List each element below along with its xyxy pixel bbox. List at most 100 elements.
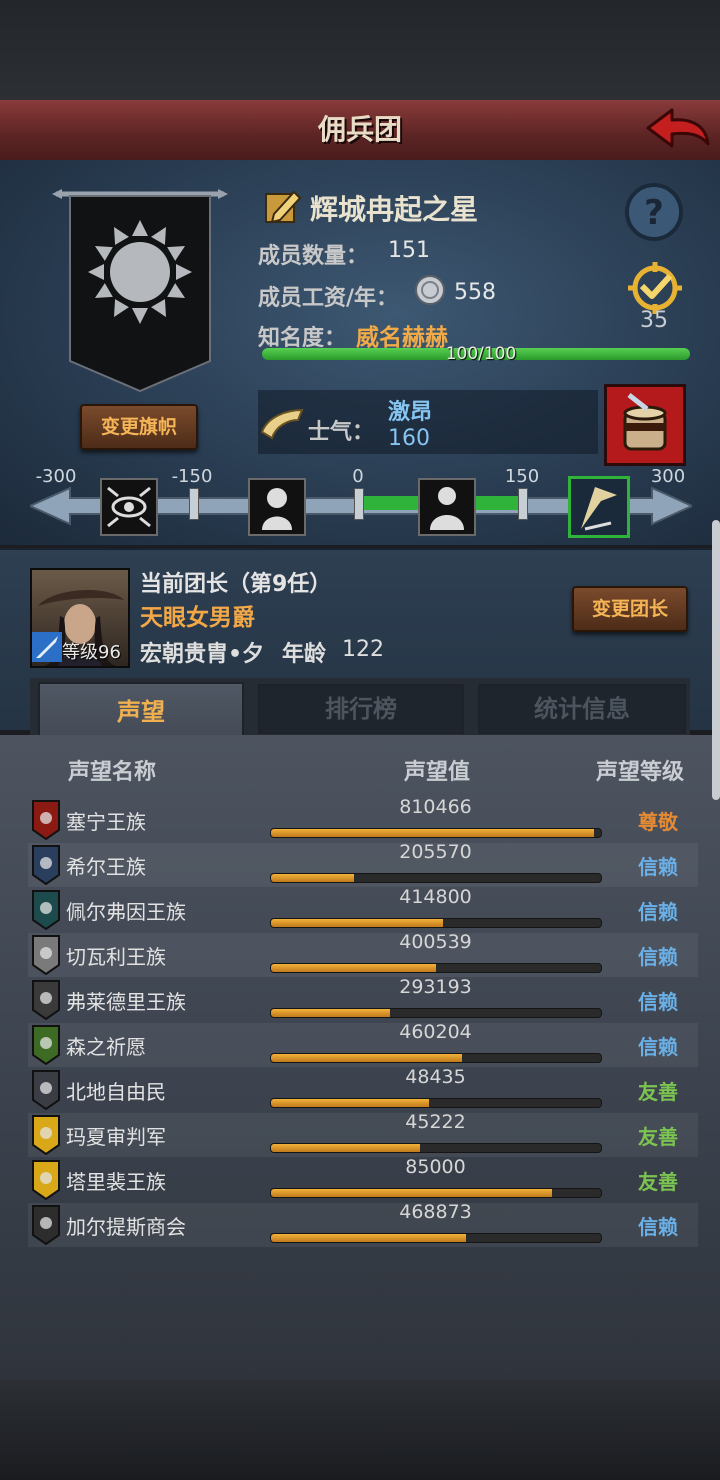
faction-crest-icon — [32, 1025, 60, 1065]
members-label: 成员数量： — [258, 244, 369, 269]
class-sword-icon — [32, 632, 62, 662]
table-row[interactable]: 北地自由民 48435 友善 — [28, 1066, 698, 1112]
status-bar-area — [0, 0, 720, 100]
help-icon[interactable]: ? — [624, 182, 684, 242]
morale-label: 士气： — [308, 420, 375, 445]
faction-value: 85000 — [405, 1156, 466, 1178]
faction-level: 信赖 — [638, 855, 678, 879]
reputation-bar — [270, 963, 602, 973]
leader-age-label: 年龄 — [282, 642, 327, 667]
table-row[interactable]: 塞宁王族 810466 尊敬 — [28, 796, 698, 842]
reputation-bar-fill — [271, 874, 354, 882]
faction-value: 810466 — [399, 796, 472, 818]
table-row[interactable]: 塔里裴王族 85000 友善 — [28, 1156, 698, 1202]
reputation-bar — [270, 1008, 602, 1018]
tab-statistics[interactable]: 统计信息 — [478, 684, 686, 734]
faction-value: 205570 — [399, 841, 472, 863]
edit-name-icon[interactable] — [264, 188, 302, 224]
table-row[interactable]: 森之祈愿 460204 信赖 — [28, 1021, 698, 1067]
leader-title: 当前团长（第9任） — [140, 572, 332, 597]
faction-crest-icon — [32, 1205, 60, 1245]
tick-label: 300 — [650, 466, 686, 487]
faction-name: 加尔提斯商会 — [66, 1215, 186, 1239]
leader-age-value: 122 — [342, 637, 384, 662]
faction-value: 48435 — [405, 1066, 466, 1088]
faction-value: 468873 — [399, 1201, 472, 1223]
reputation-bar — [270, 873, 602, 883]
faction-crest-icon — [32, 800, 60, 840]
faction-value: 45222 — [405, 1111, 466, 1133]
reputation-bar — [270, 1098, 602, 1108]
faction-value: 460204 — [399, 1021, 472, 1043]
faction-level: 信赖 — [638, 945, 678, 969]
faction-level: 友善 — [638, 1080, 678, 1104]
drum-icon — [623, 393, 667, 451]
column-header-value: 声望值 — [404, 760, 471, 785]
change-leader-button[interactable]: 变更团长 — [572, 586, 688, 632]
reputation-bar-fill — [271, 1054, 463, 1062]
wage-value: 558 — [454, 280, 496, 305]
reputation-bar-fill — [271, 964, 436, 972]
faction-crest-icon — [32, 845, 60, 885]
faction-crest-icon — [32, 1070, 60, 1110]
faction-value: 414800 — [399, 886, 472, 908]
badge-value: 35 — [640, 308, 668, 333]
faction-level: 信赖 — [638, 990, 678, 1014]
faction-level: 尊敬 — [638, 810, 678, 834]
horn-icon — [260, 408, 304, 440]
tab-ranking[interactable]: 排行榜 — [258, 684, 464, 734]
bottom-bar — [0, 1380, 720, 1480]
column-header-level: 声望等级 — [596, 760, 685, 785]
leader-name: 天眼女男爵 — [140, 605, 255, 631]
faction-name: 玛夏审判军 — [66, 1125, 166, 1149]
table-row[interactable]: 弗莱德里王族 293193 信赖 — [28, 976, 698, 1022]
back-arrow-icon[interactable] — [642, 104, 712, 156]
tick-marker — [189, 488, 199, 520]
faction-level: 信赖 — [638, 900, 678, 924]
achievement-badge-icon[interactable] — [622, 262, 688, 314]
faction-crest-icon — [32, 1115, 60, 1155]
faction-crest-icon — [32, 1160, 60, 1200]
tick-label: 150 — [504, 466, 540, 487]
reputation-bar-fill — [271, 1009, 390, 1017]
tick-marker — [518, 488, 528, 520]
faction-value: 400539 — [399, 931, 472, 953]
faction-name: 塔里裴王族 — [66, 1170, 166, 1194]
table-row[interactable]: 切瓦利王族 400539 信赖 — [28, 931, 698, 977]
table-row[interactable]: 加尔提斯商会 468873 信赖 — [28, 1201, 698, 1247]
silver-coin-icon — [415, 275, 445, 305]
reputation-bar-fill — [271, 829, 595, 837]
fame-progress-text: 100/100 — [445, 344, 517, 364]
company-banner-icon — [52, 189, 228, 393]
faction-crest-icon — [32, 890, 60, 930]
tick-label: 0 — [352, 466, 364, 487]
faction-name: 森之祈愿 — [66, 1035, 146, 1059]
faction-level: 信赖 — [638, 1215, 678, 1239]
company-name: 辉城冉起之星 — [310, 193, 479, 226]
scrollbar[interactable] — [712, 520, 720, 800]
faction-value: 293193 — [399, 976, 472, 998]
reputation-bar — [270, 918, 602, 928]
mood-inspired-icon — [568, 476, 630, 538]
reputation-bar-fill — [271, 919, 443, 927]
table-row[interactable]: 玛夏审判军 45222 友善 — [28, 1111, 698, 1157]
table-row[interactable]: 佩尔弗因王族 414800 信赖 — [28, 886, 698, 932]
leader-origin: 宏朝贵胄•夕 — [140, 642, 265, 667]
faction-crest-icon — [32, 935, 60, 975]
morale-item-button[interactable] — [604, 384, 686, 466]
faction-name: 希尔王族 — [66, 855, 146, 879]
column-header-name: 声望名称 — [68, 760, 157, 785]
table-row[interactable]: 希尔王族 205570 信赖 — [28, 841, 698, 887]
leader-level: 等级96 — [62, 642, 121, 663]
faction-name: 北地自由民 — [66, 1080, 166, 1104]
reputation-bar — [270, 1233, 602, 1243]
mood-terrified-icon — [100, 478, 158, 536]
morale-state: 激昂 — [388, 400, 433, 425]
tab-reputation[interactable]: 声望 — [38, 682, 244, 740]
reputation-bar-fill — [271, 1189, 552, 1197]
wage-label: 成员工资/年： — [258, 286, 399, 311]
change-flag-button[interactable]: 变更旗帜 — [80, 404, 198, 450]
faction-name: 弗莱德里王族 — [66, 990, 186, 1014]
tick-label: -300 — [35, 466, 77, 487]
faction-level: 友善 — [638, 1125, 678, 1149]
